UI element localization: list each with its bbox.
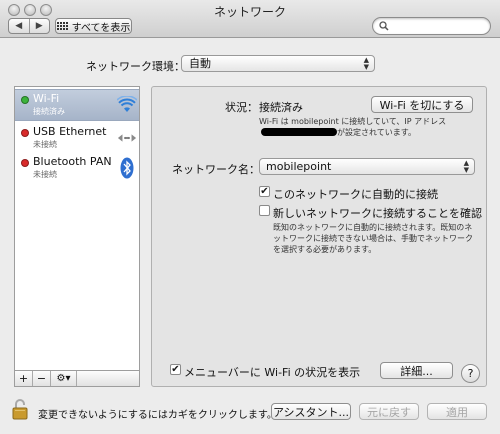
status-description-part2: が設定されています。: [337, 128, 416, 137]
wifi-icon: [117, 94, 137, 116]
service-status: 未接続: [33, 170, 57, 179]
service-status: 未接続: [33, 140, 57, 149]
lock-message: 変更できないようにするにはカギをクリックします。: [38, 410, 277, 421]
redacted-ip-address: [261, 128, 337, 136]
auto-join-label: このネットワークに自動的に接続: [273, 188, 438, 201]
auto-join-checkbox[interactable]: ✔: [259, 186, 270, 197]
lock-icon[interactable]: [12, 398, 28, 420]
ethernet-icon: [117, 127, 137, 149]
service-list: Wi-Fi 接続済み USB Ethernet 未接続 Bluetooth PA…: [14, 86, 140, 371]
revert-button[interactable]: 元に戻す: [359, 403, 419, 420]
show-all-button[interactable]: すべてを表示: [55, 18, 132, 34]
add-service-button[interactable]: +: [15, 371, 33, 386]
network-name-label: ネットワーク名：: [172, 163, 260, 176]
ask-join-description: 既知のネットワークに自動的に接続されます。既知のネットワークに接続できない場合は…: [273, 223, 473, 254]
show-menubar-label: メニューバーに Wi-Fi の状況を表示: [184, 366, 361, 379]
forward-arrow-icon: ▶: [35, 21, 43, 31]
service-list-toolbar: + − ⚙▾: [14, 371, 140, 387]
gear-icon[interactable]: ⚙▾: [51, 371, 77, 386]
search-input[interactable]: [372, 17, 491, 35]
status-value: 接続済み: [259, 101, 303, 114]
status-dot-icon: [21, 96, 29, 104]
network-name-value: mobilepoint: [266, 160, 332, 173]
updown-arrows-icon: ▲ ▼: [463, 159, 469, 174]
remove-service-button[interactable]: −: [33, 371, 51, 386]
forward-button[interactable]: ▶: [28, 19, 50, 33]
back-arrow-icon: ◀: [15, 21, 23, 31]
apply-button[interactable]: 適用: [427, 403, 487, 420]
service-item-usb-ethernet[interactable]: USB Ethernet 未接続: [15, 123, 139, 155]
advanced-button[interactable]: 詳細...: [380, 362, 453, 379]
bluetooth-icon: [117, 157, 137, 179]
service-item-wifi[interactable]: Wi-Fi 接続済み: [15, 89, 139, 121]
assistant-button[interactable]: アシスタント...: [271, 403, 351, 420]
show-menubar-checkbox[interactable]: ✔: [170, 364, 181, 375]
status-description: Wi-Fi は mobilepoint に接続していて、IP アドレスが設定され…: [259, 116, 479, 138]
back-button[interactable]: ◀: [9, 19, 29, 33]
service-name: USB Ethernet: [33, 125, 107, 138]
search-icon: [379, 21, 389, 34]
checkmark-icon: ✔: [171, 364, 180, 375]
service-status: 接続済み: [33, 107, 65, 116]
location-select[interactable]: 自動 ▲ ▼: [181, 55, 375, 72]
status-label: 状況：: [225, 101, 258, 114]
window-toolbar: ネットワーク ◀ ▶ すべてを表示: [0, 0, 500, 38]
network-name-select[interactable]: mobilepoint ▲ ▼: [259, 158, 475, 175]
navigation-segment: ◀ ▶: [8, 18, 50, 34]
status-description-part1: Wi-Fi は mobilepoint に接続していて、IP アドレス: [259, 117, 447, 126]
ask-join-checkbox[interactable]: [259, 205, 270, 216]
show-all-label: すべてを表示: [71, 22, 131, 34]
location-label: ネットワーク環境：: [86, 60, 185, 73]
checkmark-icon: ✔: [260, 186, 269, 197]
status-dot-icon: [21, 129, 29, 137]
status-dot-icon: [21, 159, 29, 167]
help-button[interactable]: ?: [461, 364, 480, 383]
grid-icon: [56, 22, 68, 30]
location-value: 自動: [189, 57, 211, 70]
updown-arrows-icon: ▲ ▼: [363, 56, 369, 71]
service-name: Wi-Fi: [33, 92, 60, 105]
turn-off-wifi-button[interactable]: Wi-Fi を切にする: [371, 96, 473, 113]
ask-join-label: 新しいネットワークに接続することを確認: [273, 207, 482, 220]
service-name: Bluetooth PAN: [33, 155, 112, 168]
service-item-bluetooth-pan[interactable]: Bluetooth PAN 未接続: [15, 153, 139, 185]
